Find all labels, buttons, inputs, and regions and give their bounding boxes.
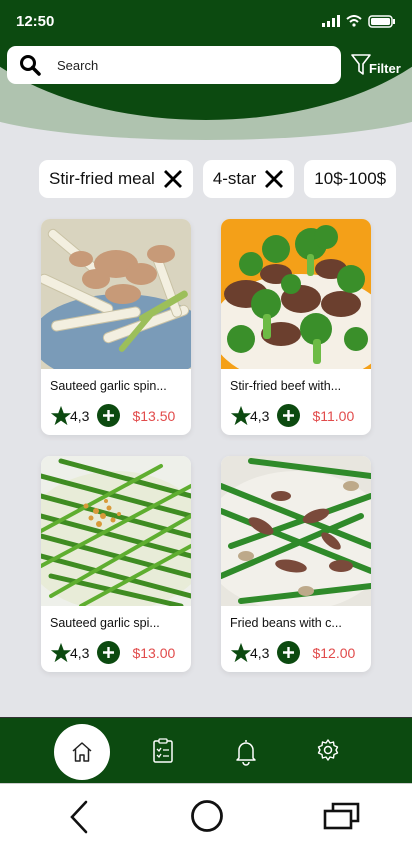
price: $13.00 bbox=[132, 644, 176, 661]
food-image bbox=[221, 456, 371, 606]
battery-icon bbox=[368, 14, 395, 28]
filter-chips: Stir-fried meal 4-star 10$-100$ bbox=[39, 160, 397, 198]
price: $12.00 bbox=[312, 644, 356, 661]
add-button[interactable] bbox=[97, 641, 121, 664]
search-icon bbox=[20, 55, 41, 76]
food-name: Sauteed garlic spi... bbox=[50, 616, 160, 630]
filter-button[interactable]: Filter bbox=[351, 53, 401, 77]
plus-icon bbox=[103, 410, 115, 421]
food-image bbox=[41, 219, 191, 369]
status-time: 12:50 bbox=[16, 12, 55, 30]
chip-stir-fried-meal[interactable]: Stir-fried meal bbox=[39, 160, 193, 198]
star-icon bbox=[230, 642, 252, 662]
food-name: Sauteed garlic spin... bbox=[50, 379, 167, 393]
bottom-nav bbox=[0, 717, 412, 783]
chip-label: Stir-fried meal bbox=[49, 169, 155, 188]
plus-icon bbox=[283, 647, 295, 658]
star-icon bbox=[50, 405, 72, 425]
bell-icon bbox=[236, 740, 256, 766]
home-icon bbox=[72, 742, 92, 762]
menu-list-icon bbox=[153, 738, 173, 763]
food-image bbox=[41, 456, 191, 606]
price: $11.00 bbox=[312, 407, 355, 424]
search-placeholder: Search bbox=[57, 57, 99, 73]
nav-settings-button[interactable] bbox=[316, 738, 340, 767]
nav-orders-button[interactable] bbox=[152, 738, 176, 769]
signal-icon bbox=[322, 15, 340, 27]
system-back-button[interactable] bbox=[68, 800, 90, 839]
food-card[interactable]: Stir-fried beef with... 4,3 $11.00 bbox=[221, 219, 371, 435]
food-card[interactable]: Sauteed garlic spi... 4,3 $13.00 bbox=[41, 456, 191, 672]
recent-apps-icon bbox=[323, 802, 360, 830]
system-nav-bar bbox=[0, 783, 412, 847]
rating-value: 4,3 bbox=[70, 407, 90, 424]
add-button[interactable] bbox=[97, 404, 121, 427]
star-icon bbox=[50, 642, 72, 662]
filter-icon bbox=[351, 54, 371, 75]
nav-home-button[interactable] bbox=[54, 724, 110, 780]
food-card[interactable]: Fried beans with c... 4,3 $12.00 bbox=[221, 456, 371, 672]
search-input[interactable]: Search bbox=[7, 46, 341, 84]
system-home-button[interactable] bbox=[190, 799, 224, 838]
price: $13.50 bbox=[132, 407, 176, 424]
add-button[interactable] bbox=[277, 641, 301, 664]
status-bar: 12:50 bbox=[0, 0, 412, 42]
home-circle-icon bbox=[191, 800, 223, 832]
add-button[interactable] bbox=[277, 404, 301, 427]
plus-icon bbox=[103, 647, 115, 658]
chip-price-range[interactable]: 10$-100$ bbox=[304, 160, 397, 198]
chip-label: 10$-100$ bbox=[314, 169, 387, 188]
rating-value: 4,3 bbox=[250, 644, 270, 661]
close-icon[interactable] bbox=[264, 169, 284, 189]
chip-label: 4-star bbox=[212, 169, 257, 188]
close-icon[interactable] bbox=[163, 169, 183, 189]
plus-icon bbox=[283, 410, 295, 421]
chip-4-star[interactable]: 4-star bbox=[202, 160, 295, 198]
wifi-icon bbox=[346, 15, 362, 27]
filter-label: Filter bbox=[369, 61, 401, 76]
gear-icon bbox=[317, 739, 339, 761]
food-card[interactable]: Sauteed garlic spin... 4,3 $13.50 bbox=[41, 219, 191, 435]
food-name: Fried beans with c... bbox=[230, 616, 342, 630]
system-recents-button[interactable] bbox=[323, 801, 361, 836]
rating-value: 4,3 bbox=[70, 644, 90, 661]
food-image bbox=[221, 219, 371, 369]
rating-value: 4,3 bbox=[250, 407, 270, 424]
star-icon bbox=[230, 405, 252, 425]
back-icon bbox=[70, 800, 88, 834]
nav-notifications-button[interactable] bbox=[234, 738, 258, 771]
food-name: Stir-fried beef with... bbox=[230, 379, 342, 393]
